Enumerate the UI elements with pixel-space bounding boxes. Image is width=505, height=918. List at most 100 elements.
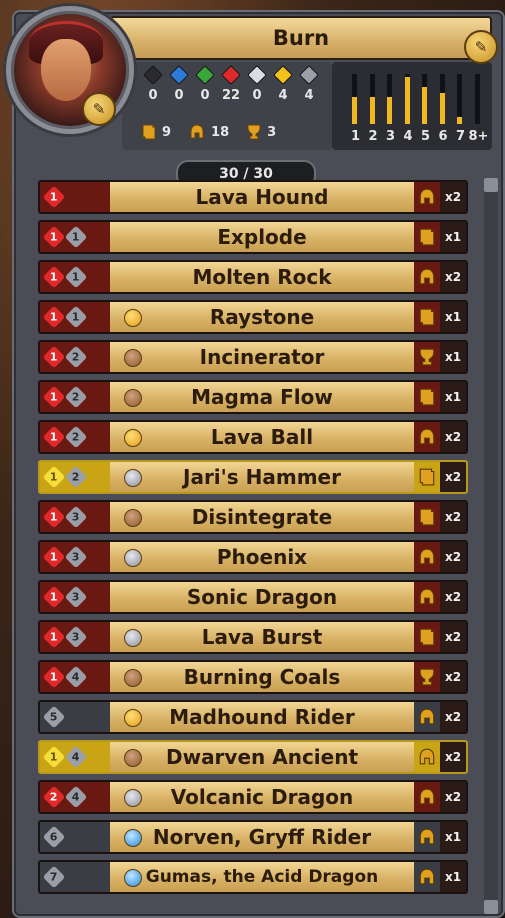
cost-gem-icon: 1 <box>42 585 66 609</box>
creature-icon <box>414 782 440 812</box>
card-cost: 1 <box>50 310 58 324</box>
card-threshold: 2 <box>72 350 80 364</box>
gem-count: 0 <box>174 88 184 103</box>
cost-gem-icon: 1 <box>42 505 66 529</box>
cost-gem-icon: 2 <box>42 785 66 809</box>
creature-icon <box>414 862 440 892</box>
curve-bar-fill <box>439 93 445 124</box>
cost-box: 11 <box>40 302 110 332</box>
card-row[interactable]: 1 1 Explode x1 <box>38 220 468 254</box>
rarity-icon <box>124 349 142 367</box>
card-threshold: 3 <box>72 630 80 644</box>
cost-box: 14 <box>40 662 110 692</box>
card-row[interactable]: 1 2 Lava Ball x2 <box>38 420 468 454</box>
card-cost: 1 <box>50 270 58 284</box>
card-quantity: x2 <box>444 750 462 764</box>
card-threshold: 1 <box>72 270 80 284</box>
card-row[interactable]: 1 3 Disintegrate x2 <box>38 500 468 534</box>
creature-icon <box>414 262 440 292</box>
curve-label: 5 <box>421 129 431 144</box>
rarity-icon <box>124 869 142 887</box>
rarity-icon <box>124 749 142 767</box>
card-row[interactable]: 1 3 Lava Burst x2 <box>38 620 468 654</box>
scrollbar[interactable] <box>484 178 498 914</box>
cost-gem-icon: 1 <box>42 665 66 689</box>
threshold-gem-icon: 2 <box>64 425 88 449</box>
card-row[interactable]: 1 1 Raystone x1 <box>38 300 468 334</box>
scroll-down-button[interactable] <box>484 900 498 914</box>
card-name: Magma Flow <box>191 385 333 409</box>
curve-bar-fill <box>422 86 427 124</box>
card-cost: 7 <box>50 870 58 884</box>
card-threshold: 2 <box>72 470 80 484</box>
rarity-icon <box>124 389 142 407</box>
card-name: Phoenix <box>216 545 308 569</box>
gem-count: 0 <box>148 88 158 103</box>
creature-icon <box>414 182 440 212</box>
cost-gem-icon: 1 <box>42 305 66 329</box>
cost-box: 13 <box>40 502 110 532</box>
cost-box: 12 <box>40 342 110 372</box>
card-quantity: x2 <box>444 510 462 524</box>
card-name-band: Madhound Rider <box>110 702 414 732</box>
relic-count: 3 <box>247 124 276 140</box>
threshold-gem-icon: 3 <box>64 625 88 649</box>
card-quantity: x2 <box>444 710 462 724</box>
card-cost: 1 <box>50 510 58 524</box>
card-threshold: 4 <box>72 670 80 684</box>
cost-gem-icon: 1 <box>42 625 66 649</box>
rarity-icon <box>124 789 142 807</box>
card-threshold: 1 <box>72 230 80 244</box>
card-row[interactable]: 7 Gumas, the Acid Dragon x1 <box>38 860 468 894</box>
card-row[interactable]: 1 4 Dwarven Ancient x2 <box>38 740 468 774</box>
card-name: Volcanic Dragon <box>170 785 354 809</box>
card-row[interactable]: 1 Lava Hound x2 <box>38 180 468 214</box>
card-row[interactable]: 1 4 Burning Coals x2 <box>38 660 468 694</box>
card-cost: 1 <box>50 550 58 564</box>
card-name-band: Disintegrate <box>110 502 414 532</box>
card-row[interactable]: 1 2 Incinerator x1 <box>38 340 468 374</box>
scroll-up-button[interactable] <box>484 178 498 192</box>
threshold-gem-icon: 4 <box>64 665 88 689</box>
card-name-band: Lava Ball <box>110 422 414 452</box>
card-quantity: x2 <box>444 550 462 564</box>
card-row[interactable]: 1 1 Molten Rock x2 <box>38 260 468 294</box>
card-threshold: 4 <box>72 750 80 764</box>
spell-icon <box>414 222 440 252</box>
card-quantity: x2 <box>444 590 462 604</box>
cost-gem-icon: 1 <box>42 545 66 569</box>
edit-title-icon[interactable]: ✎ <box>464 30 498 64</box>
card-row[interactable]: 1 2 Jari's Hammer x2 <box>38 460 468 494</box>
card-row[interactable]: 5 Madhound Rider x2 <box>38 700 468 734</box>
card-name: Incinerator <box>199 345 325 369</box>
deck-title-bar[interactable]: Burn <box>110 16 492 60</box>
relic-icon <box>414 342 440 372</box>
avatar-face <box>41 39 91 101</box>
card-row[interactable]: 1 3 Sonic Dragon x2 <box>38 580 468 614</box>
threshold-gem-icon: 1 <box>64 265 88 289</box>
card-row[interactable]: 1 2 Magma Flow x1 <box>38 380 468 414</box>
card-name-band: Raystone <box>110 302 414 332</box>
rarity-icon <box>124 829 142 847</box>
edit-avatar-icon[interactable]: ✎ <box>82 92 116 126</box>
card-quantity: x2 <box>444 190 462 204</box>
card-row[interactable]: 1 3 Phoenix x2 <box>38 540 468 574</box>
relic-icon <box>414 662 440 692</box>
spell-icon <box>414 502 440 532</box>
card-threshold: 3 <box>72 510 80 524</box>
cost-box: 12 <box>40 462 110 492</box>
cost-gem-icon: 1 <box>42 265 66 289</box>
card-row[interactable]: 2 4 Volcanic Dragon x2 <box>38 780 468 814</box>
card-name-band: Volcanic Dragon <box>110 782 414 812</box>
rarity-icon <box>124 509 142 527</box>
card-name: Norven, Gryff Rider <box>152 825 372 849</box>
curve-bar <box>404 74 410 124</box>
card-name: Dwarven Ancient <box>165 745 359 769</box>
card-quantity: x2 <box>444 790 462 804</box>
spell-icon <box>142 124 156 140</box>
card-name: Explode <box>217 225 307 249</box>
gem-count-item: 22 <box>220 65 242 103</box>
cost-box: 14 <box>40 742 110 772</box>
card-row[interactable]: 6 Norven, Gryff Rider x1 <box>38 820 468 854</box>
cost-box: 11 <box>40 222 110 252</box>
